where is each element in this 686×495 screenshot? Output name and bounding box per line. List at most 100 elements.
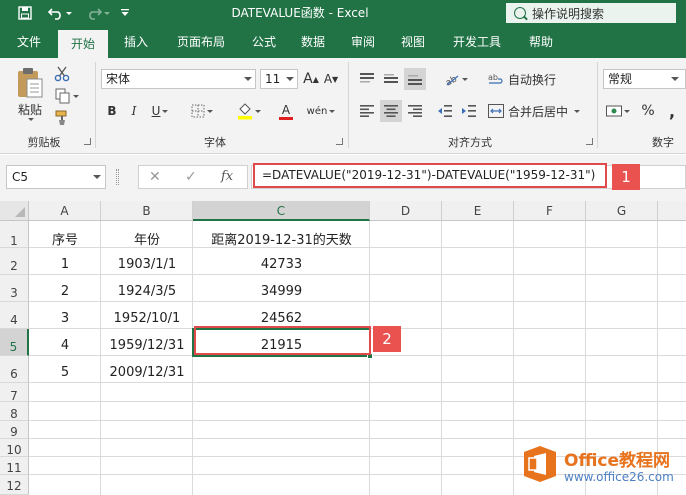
row-header-11[interactable]: 11 — [0, 457, 29, 475]
font-name-select[interactable]: 宋体 — [101, 69, 256, 89]
cell-a5[interactable]: 4 — [29, 338, 101, 353]
cell-b6[interactable]: 2009/12/31 — [101, 365, 193, 380]
underline-button[interactable]: U — [146, 100, 174, 122]
watermark-brand: Office教程网 — [564, 451, 671, 471]
tell-me-search[interactable]: 操作说明搜索 — [506, 3, 676, 23]
font-launcher-icon[interactable] — [336, 138, 343, 145]
tab-insert[interactable]: 插入 — [112, 26, 160, 58]
name-box[interactable]: C5 — [6, 165, 106, 189]
paste-button[interactable]: 粘贴 — [12, 64, 48, 124]
name-box-value: C5 — [12, 170, 29, 184]
percent-style-button[interactable]: % — [638, 100, 658, 122]
italic-button[interactable]: I — [124, 100, 144, 122]
row-header-1[interactable]: 1 — [0, 221, 29, 248]
tab-formulas[interactable]: 公式 — [242, 26, 286, 58]
splitter-handle[interactable] — [116, 169, 119, 185]
row-header-2[interactable]: 2 — [0, 248, 29, 275]
tab-help[interactable]: 帮助 — [518, 26, 564, 58]
number-format-value: 常规 — [608, 72, 633, 86]
align-right-icon — [408, 105, 422, 117]
row-header-10[interactable]: 10 — [0, 439, 29, 457]
insert-function-icon[interactable]: fx — [221, 169, 233, 184]
align-top-button[interactable] — [356, 68, 378, 90]
row-header-4[interactable]: 4 — [0, 302, 29, 329]
title-bar: DATEVALUE函数 - Excel 操作说明搜索 — [0, 0, 686, 26]
copy-button[interactable] — [52, 86, 82, 106]
cell-b3[interactable]: 1924/3/5 — [101, 284, 193, 299]
clipboard-icon — [18, 68, 43, 98]
align-right-button[interactable] — [404, 100, 426, 122]
row-header-5[interactable]: 5 — [0, 329, 29, 356]
alignment-launcher-icon[interactable] — [586, 138, 593, 145]
phonetic-button[interactable]: wén — [306, 100, 336, 122]
comma-style-button[interactable]: , — [662, 100, 682, 122]
column-header-a[interactable]: A — [29, 201, 101, 221]
formula-input[interactable]: =DATEVALUE("2019-12-31")-DATEVALUE("1959… — [253, 163, 607, 188]
cell-b1[interactable]: 年份 — [101, 229, 193, 248]
select-all-button[interactable] — [0, 201, 29, 221]
fill-color-button[interactable] — [232, 100, 266, 122]
tab-home[interactable]: 开始 — [58, 30, 108, 58]
wrap-text-button[interactable]: ab 自动换行 — [488, 68, 568, 90]
cell-a3[interactable]: 2 — [29, 284, 101, 299]
borders-button[interactable] — [186, 100, 218, 122]
cell-b4[interactable]: 1952/10/1 — [101, 311, 193, 326]
cell-c2[interactable]: 42733 — [193, 257, 370, 272]
align-left-button[interactable] — [356, 100, 378, 122]
merge-center-button[interactable]: 合并后居中 — [488, 100, 584, 122]
cell-c4[interactable]: 24562 — [193, 311, 370, 326]
accounting-format-button[interactable] — [603, 100, 633, 122]
clipboard-launcher-icon[interactable] — [84, 138, 91, 145]
tab-view[interactable]: 视图 — [390, 26, 436, 58]
tab-page-layout[interactable]: 页面布局 — [164, 26, 238, 58]
row-header-7[interactable]: 7 — [0, 383, 29, 403]
number-format-select[interactable]: 常规 — [603, 69, 686, 89]
phonetic-label: wén — [306, 105, 328, 117]
tab-review[interactable]: 审阅 — [340, 26, 386, 58]
cell-a1[interactable]: 序号 — [29, 229, 101, 248]
text-orientation-icon: ab — [444, 74, 459, 86]
row-header-6[interactable]: 6 — [0, 356, 29, 383]
font-color-button[interactable]: A — [270, 100, 302, 122]
bold-button[interactable]: B — [102, 100, 122, 122]
tab-data[interactable]: 数据 — [290, 26, 336, 58]
row-header-3[interactable]: 3 — [0, 275, 29, 302]
column-header-d[interactable]: D — [370, 201, 442, 221]
cell-b5[interactable]: 1959/12/31 — [101, 338, 193, 353]
column-header-f[interactable]: F — [514, 201, 586, 221]
format-painter-button[interactable] — [52, 108, 72, 128]
column-header-b[interactable]: B — [101, 201, 193, 221]
align-bottom-button[interactable] — [404, 68, 426, 90]
font-size-select[interactable]: 11 — [260, 69, 298, 89]
shrink-font-button[interactable]: A ▼ — [322, 69, 340, 89]
svg-text:ab: ab — [444, 74, 459, 86]
column-header-c[interactable]: C — [193, 201, 370, 221]
cell-a6[interactable]: 5 — [29, 365, 101, 380]
number-group-label: 数字 — [652, 136, 674, 149]
cut-button[interactable] — [52, 64, 72, 84]
enter-icon[interactable]: ✓ — [185, 169, 197, 185]
align-center-button[interactable] — [380, 100, 402, 122]
row-header-8[interactable]: 8 — [0, 402, 29, 421]
orientation-button[interactable]: ab — [440, 68, 472, 90]
column-header-e[interactable]: E — [442, 201, 514, 221]
row-header-12[interactable]: 12 — [0, 475, 29, 495]
grow-font-button[interactable]: A ▲ — [302, 69, 320, 89]
row-header-9[interactable]: 9 — [0, 421, 29, 439]
column-header-g[interactable]: G — [586, 201, 658, 221]
cell-a4[interactable]: 3 — [29, 311, 101, 326]
merge-center-label: 合并后居中 — [508, 104, 569, 119]
cancel-icon[interactable]: ✕ — [149, 169, 161, 185]
tab-file[interactable]: 文件 — [6, 26, 52, 58]
decrease-indent-button[interactable] — [434, 100, 456, 122]
increase-indent-button[interactable] — [458, 100, 480, 122]
align-middle-button[interactable] — [380, 68, 402, 90]
group-divider — [597, 62, 598, 148]
cell-b2[interactable]: 1903/1/1 — [101, 257, 193, 272]
cell-c3[interactable]: 34999 — [193, 284, 370, 299]
tab-developer[interactable]: 开发工具 — [440, 26, 514, 58]
cell-c1[interactable]: 距离2019-12-31的天数 — [193, 229, 370, 248]
watermark-logo: Office教程网 www.office26.com — [520, 440, 686, 495]
cell-a2[interactable]: 1 — [29, 257, 101, 272]
column-header-h[interactable] — [658, 201, 686, 221]
